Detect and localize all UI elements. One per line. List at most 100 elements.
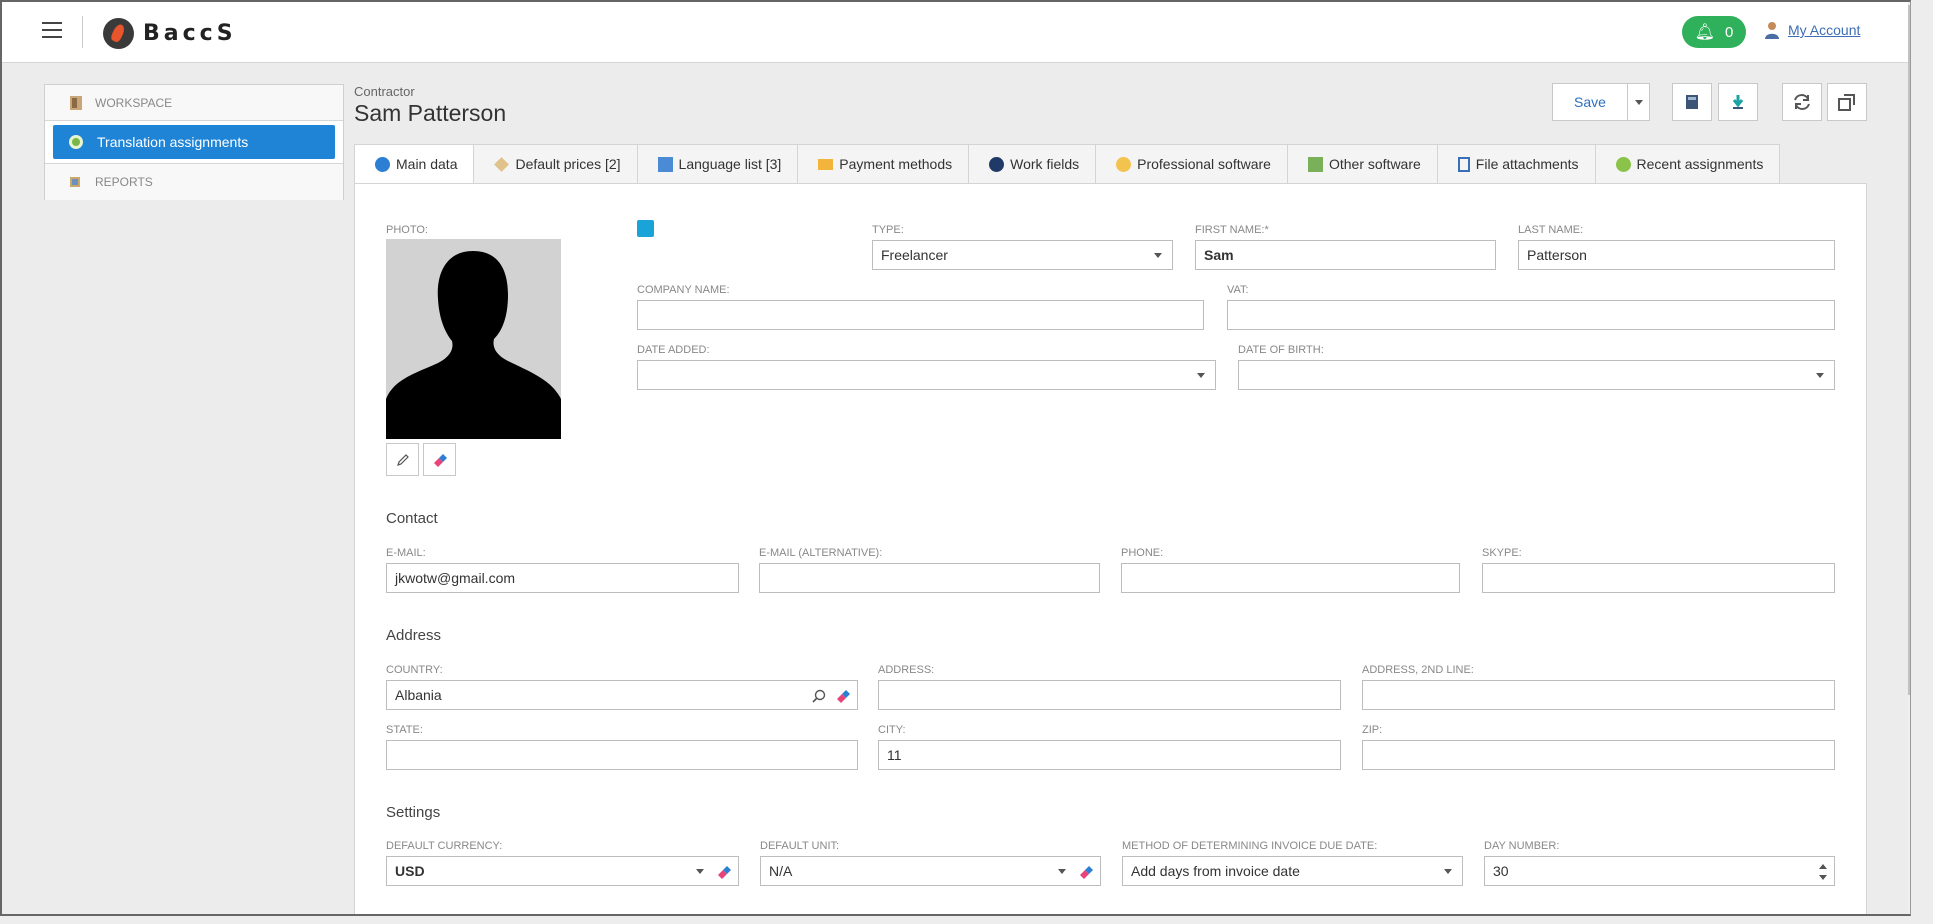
city-value: 11 [887, 747, 902, 763]
save-button[interactable]: Save [1552, 83, 1628, 121]
first-name-label: FIRST NAME:* [1195, 224, 1269, 236]
eraser-icon[interactable] [1078, 864, 1094, 880]
address-section-title: Address [386, 627, 442, 644]
tab-default-prices[interactable]: Default prices [2] [474, 144, 638, 184]
chevron-down-icon [1816, 373, 1824, 378]
type-select[interactable]: Freelancer [872, 240, 1173, 270]
sidebar: WORKSPACE Translation assignments REPORT… [44, 84, 344, 200]
logo[interactable]: BaccS [103, 16, 237, 50]
invoice-method-label: METHOD OF DETERMINING INVOICE DUE DATE: [1122, 840, 1378, 852]
last-name-field[interactable]: Patterson [1518, 240, 1835, 270]
invoice-method-value: Add days from invoice date [1131, 863, 1300, 879]
sidebar-item-translation-assignments[interactable]: Translation assignments [53, 125, 335, 159]
tab-recent-assignments[interactable]: Recent assignments [1595, 144, 1781, 184]
tab-main-data[interactable]: Main data [354, 144, 475, 184]
currency-value: USD [395, 863, 425, 879]
unit-value: N/A [769, 863, 793, 879]
country-field[interactable]: Albania [386, 680, 858, 710]
logo-text: BaccS [143, 20, 237, 46]
silhouette-icon [386, 251, 561, 439]
country-label: COUNTRY: [386, 664, 443, 676]
info-icon [375, 156, 390, 172]
page-scrollbar[interactable] [1908, 2, 1910, 914]
save-dropdown-button[interactable] [1627, 83, 1650, 121]
translation-icon [69, 135, 83, 149]
email-field[interactable]: jkwotw@gmail.com [386, 563, 739, 593]
refresh-icon [1794, 94, 1810, 110]
zip-field[interactable] [1362, 740, 1835, 770]
tab-professional-software[interactable]: Professional software [1096, 144, 1288, 184]
eraser-icon[interactable] [716, 864, 732, 880]
tab-file-attachments[interactable]: File attachments [1437, 144, 1596, 184]
sidebar-item-reports[interactable]: REPORTS [45, 163, 343, 200]
tab-other-software[interactable]: Other software [1287, 144, 1438, 184]
credit-card-icon [818, 158, 834, 170]
invoice-method-select[interactable]: Add days from invoice date [1122, 856, 1463, 886]
window-button[interactable] [1827, 83, 1867, 121]
unit-label: DEFAULT UNIT: [760, 840, 840, 852]
scrollbar-thumb[interactable] [1908, 5, 1910, 695]
last-name-label: LAST NAME: [1518, 224, 1584, 236]
popout-icon [1838, 94, 1855, 111]
eraser-icon[interactable] [835, 688, 851, 704]
stepper-arrows-icon[interactable] [1818, 861, 1828, 883]
edit-photo-button[interactable] [386, 443, 419, 476]
photo-label: PHOTO: [386, 224, 428, 236]
recent-icon [1615, 156, 1631, 172]
tab-language-list[interactable]: Language list [3] [637, 144, 799, 184]
first-name-value: Sam [1204, 247, 1234, 263]
notifications-button[interactable]: 🔔︎ 0 [1682, 16, 1746, 48]
book-button[interactable] [1672, 83, 1712, 121]
pencil-icon [396, 453, 409, 466]
tab-label: Work fields [1010, 156, 1080, 172]
date-added-label: DATE ADDED: [637, 344, 710, 356]
day-number-stepper[interactable]: 30 [1484, 856, 1835, 886]
address2-field[interactable] [1362, 680, 1835, 710]
currency-select[interactable]: USD [386, 856, 739, 886]
account-menu[interactable]: My Account [1764, 21, 1860, 39]
save-label: Save [1574, 94, 1606, 110]
zip-label: ZIP: [1362, 724, 1383, 736]
email-value: jkwotw@gmail.com [395, 570, 516, 586]
download-button[interactable] [1718, 83, 1758, 121]
edit-flag-icon[interactable] [637, 220, 654, 237]
my-account-link[interactable]: My Account [1788, 22, 1860, 38]
city-label: CITY: [878, 724, 906, 736]
address-label: ADDRESS: [878, 664, 935, 676]
date-of-birth-picker[interactable] [1238, 360, 1835, 390]
main-data-panel: PHOTO: TYPE: Freelancer FIRST NAME:* Sam… [354, 183, 1867, 914]
city-field[interactable]: 11 [878, 740, 1341, 770]
refresh-button[interactable] [1782, 83, 1822, 121]
date-added-picker[interactable] [637, 360, 1216, 390]
tab-label: Language list [3] [678, 156, 782, 172]
state-field[interactable] [386, 740, 858, 770]
type-value: Freelancer [881, 247, 948, 263]
company-name-field[interactable] [637, 300, 1204, 330]
search-icon[interactable] [811, 688, 827, 704]
vat-label: VAT: [1227, 284, 1249, 296]
price-tag-icon [494, 156, 510, 172]
logo-icon [103, 17, 134, 49]
tab-payment-methods[interactable]: Payment methods [798, 144, 970, 184]
vat-field[interactable] [1227, 300, 1835, 330]
divider [82, 16, 83, 48]
tab-work-fields[interactable]: Work fields [969, 144, 1097, 184]
computer-icon [1307, 156, 1323, 172]
chevron-down-icon [1154, 253, 1162, 258]
menu-icon[interactable] [42, 22, 62, 38]
currency-label: DEFAULT CURRENCY: [386, 840, 503, 852]
unit-select[interactable]: N/A [760, 856, 1101, 886]
clear-photo-button[interactable] [423, 443, 456, 476]
tab-label: Other software [1328, 156, 1421, 172]
phone-field[interactable] [1121, 563, 1460, 593]
bulb-icon [989, 156, 1005, 172]
email-alt-field[interactable] [759, 563, 1100, 593]
sidebar-item-workspace[interactable]: WORKSPACE [45, 85, 343, 121]
date-of-birth-label: DATE OF BIRTH: [1238, 344, 1324, 356]
address-field[interactable] [878, 680, 1341, 710]
skype-field[interactable] [1482, 563, 1835, 593]
first-name-field[interactable]: Sam [1195, 240, 1496, 270]
tab-label: Professional software [1137, 156, 1271, 172]
chevron-down-icon [696, 869, 704, 874]
country-value: Albania [395, 687, 442, 703]
